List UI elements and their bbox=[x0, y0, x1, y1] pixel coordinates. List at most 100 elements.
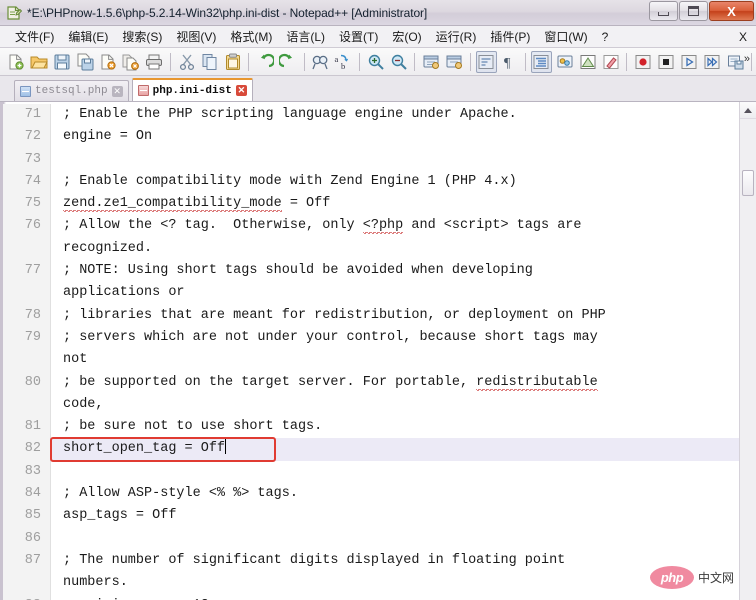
code-line[interactable]: numbers. bbox=[3, 572, 739, 595]
close-button[interactable]: X bbox=[709, 1, 754, 21]
play-macro-icon[interactable] bbox=[679, 51, 700, 73]
user-defined-dialog-icon[interactable] bbox=[554, 51, 575, 73]
code-line[interactable]: 87 ; The number of significant digits dis… bbox=[3, 549, 739, 573]
save-icon[interactable] bbox=[51, 51, 72, 73]
notepad-plus-plus-icon bbox=[6, 5, 23, 21]
menu-file[interactable]: 文件(F) bbox=[8, 26, 61, 47]
tab-close-icon[interactable]: ✕ bbox=[111, 85, 123, 97]
zoom-out-icon[interactable] bbox=[388, 51, 409, 73]
menu-settings[interactable]: 设置(T) bbox=[332, 26, 385, 47]
code-line[interactable]: applications or bbox=[3, 282, 739, 305]
svg-text:a: a bbox=[335, 54, 339, 64]
menu-edit[interactable]: 编辑(E) bbox=[61, 26, 115, 47]
code-line[interactable]: not bbox=[3, 349, 739, 372]
copy-icon[interactable] bbox=[199, 51, 220, 73]
code-line[interactable]: 80 ; be supported on the target server. F… bbox=[3, 371, 739, 394]
line-number bbox=[3, 282, 51, 305]
code-line[interactable]: 83 bbox=[3, 460, 739, 484]
menu-language[interactable]: 语言(L) bbox=[279, 26, 332, 47]
toolbar-overflow-icon[interactable]: » bbox=[744, 53, 750, 65]
document-map-icon[interactable] bbox=[577, 51, 598, 73]
window-controls: X bbox=[648, 1, 754, 21]
line-number: 84 bbox=[3, 483, 51, 506]
close-document-button[interactable]: X bbox=[739, 30, 747, 44]
menu-plugins[interactable]: 插件(P) bbox=[483, 26, 537, 47]
save-all-icon[interactable] bbox=[74, 51, 95, 73]
highlight-icon[interactable] bbox=[600, 51, 621, 73]
menu-search[interactable]: 搜索(S) bbox=[115, 26, 169, 47]
menu-run[interactable]: 运行(R) bbox=[429, 26, 484, 47]
line-text: ; Allow ASP-style <% %> tags. bbox=[63, 486, 298, 502]
replace-icon[interactable]: a b bbox=[333, 51, 354, 73]
code-line[interactable]: 86 bbox=[3, 527, 739, 550]
find-icon[interactable] bbox=[310, 51, 331, 73]
new-file-icon[interactable] bbox=[5, 51, 26, 73]
menu-help[interactable]: ? bbox=[595, 28, 616, 46]
line-text: ; servers which are not under your contr… bbox=[63, 329, 598, 345]
tab-testsql-php[interactable]: testsql.php ✕ bbox=[14, 80, 129, 101]
open-file-icon[interactable] bbox=[28, 51, 49, 73]
line-number: 74 bbox=[3, 170, 51, 194]
tab-close-icon[interactable]: ✕ bbox=[235, 85, 247, 96]
line-text: asp_tags = Off bbox=[63, 508, 177, 524]
sync-vertical-scroll-icon[interactable] bbox=[420, 51, 441, 73]
code-line[interactable]: 82 short_open_tag = Off bbox=[3, 438, 739, 461]
stop-macro-icon[interactable] bbox=[656, 51, 677, 73]
svg-text:¶: ¶ bbox=[504, 56, 511, 71]
code-line[interactable]: 79 ; servers which are not under your con… bbox=[3, 326, 739, 350]
menu-format[interactable]: 格式(M) bbox=[223, 26, 279, 47]
code-line[interactable]: recognized. bbox=[3, 237, 739, 261]
code-line[interactable]: 81 ; be sure not to use short tags. bbox=[3, 416, 739, 439]
code-line[interactable]: 88precision = 12 bbox=[3, 594, 739, 600]
menu-window[interactable]: 窗口(W) bbox=[537, 26, 594, 47]
code-line[interactable]: 73 bbox=[3, 148, 739, 171]
zoom-in-icon[interactable] bbox=[365, 51, 386, 73]
tab-php-ini-dist[interactable]: php.ini-dist ✕ bbox=[131, 78, 253, 101]
title-bar[interactable]: *E:\PHPnow-1.5.6\php-5.2.14-Win32\php.in… bbox=[0, 0, 756, 26]
sync-horizontal-scroll-icon[interactable] bbox=[443, 51, 464, 73]
cut-icon[interactable] bbox=[176, 51, 197, 73]
redo-icon[interactable] bbox=[278, 51, 299, 73]
line-number bbox=[3, 393, 51, 417]
code-line[interactable]: 75 zend.ze1_compatibility_mode = Off bbox=[3, 193, 739, 216]
line-number bbox=[3, 237, 51, 261]
code-line[interactable]: 71 ; Enable the PHP scripting language en… bbox=[3, 104, 739, 127]
vertical-scrollbar[interactable] bbox=[739, 102, 756, 600]
file-type-icon bbox=[20, 85, 31, 97]
code-text-area[interactable]: 71 ; Enable the PHP scripting language en… bbox=[3, 102, 739, 600]
line-text: ; be sure not to use short tags. bbox=[63, 419, 323, 435]
menu-macro[interactable]: 宏(O) bbox=[385, 26, 428, 47]
indent-guide-icon[interactable] bbox=[530, 50, 553, 73]
code-line[interactable]: 76 ; Allow the <? tag. Otherwise, only <?… bbox=[3, 215, 739, 238]
code-line[interactable]: 74 ; Enable compatibility mode with Zend … bbox=[3, 170, 739, 194]
menu-bar: 文件(F) 编辑(E) 搜索(S) 视图(V) 格式(M) 语言(L) 设置(T… bbox=[0, 26, 756, 48]
maximize-button[interactable] bbox=[679, 1, 708, 21]
show-all-chars-icon[interactable]: ¶ bbox=[499, 51, 520, 73]
line-number: 73 bbox=[3, 148, 51, 171]
scroll-thumb[interactable] bbox=[742, 170, 754, 196]
paste-icon[interactable] bbox=[222, 51, 243, 73]
minimize-button[interactable] bbox=[649, 1, 678, 21]
code-line[interactable]: 77 ; NOTE: Using short tags should be avo… bbox=[3, 260, 739, 283]
close-all-files-icon[interactable] bbox=[121, 51, 142, 73]
line-text: ; Enable the PHP scripting language engi… bbox=[63, 107, 517, 122]
code-line[interactable]: 72 engine = On bbox=[3, 126, 739, 149]
code-line[interactable]: 84 ; Allow ASP-style <% %> tags. bbox=[3, 483, 739, 506]
menu-view[interactable]: 视图(V) bbox=[169, 26, 223, 47]
code-line[interactable]: 78 ; libraries that are meant for redistr… bbox=[3, 304, 739, 327]
line-number bbox=[3, 572, 51, 595]
run-macro-multiple-icon[interactable] bbox=[702, 51, 723, 73]
record-macro-icon[interactable] bbox=[632, 51, 653, 73]
line-text: ; Allow the <? tag. Otherwise, only <?ph… bbox=[63, 218, 582, 235]
line-text: ; NOTE: Using short tags should be avoid… bbox=[63, 263, 533, 279]
undo-icon[interactable] bbox=[254, 51, 275, 73]
print-icon[interactable] bbox=[144, 51, 165, 73]
line-number: 79 bbox=[3, 326, 51, 350]
separator-3 bbox=[303, 52, 305, 71]
code-line[interactable]: 85 asp_tags = Off bbox=[3, 505, 739, 528]
close-file-icon[interactable] bbox=[98, 51, 119, 73]
word-wrap-icon[interactable] bbox=[475, 50, 497, 73]
code-line[interactable]: code, bbox=[3, 393, 739, 417]
scroll-up-arrow[interactable] bbox=[740, 102, 756, 119]
line-number: 81 bbox=[3, 416, 51, 439]
